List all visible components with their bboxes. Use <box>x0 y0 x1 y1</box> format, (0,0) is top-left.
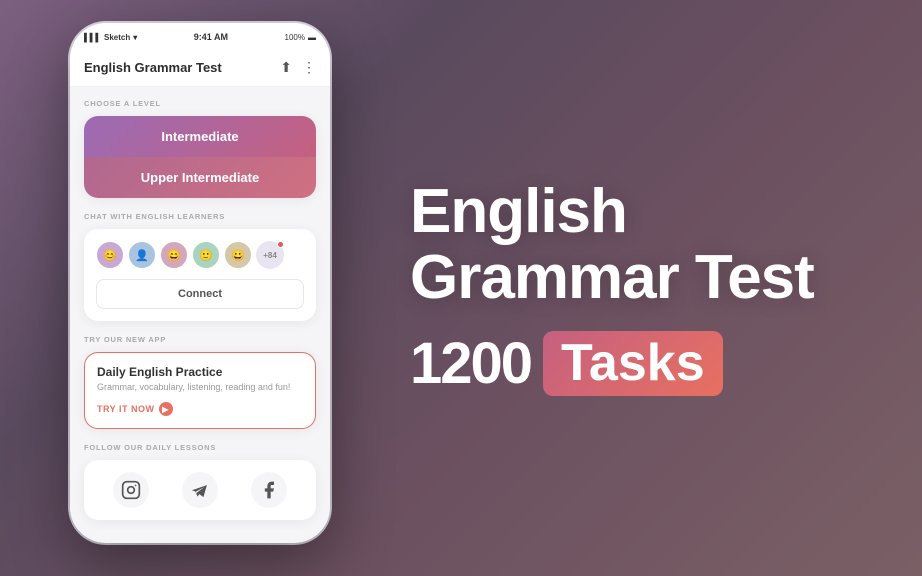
status-bar: ▌▌▌ Sketch ▾ 9:41 AM 100% ▬ <box>70 23 330 51</box>
level-section-label: CHOOSE A LEVEL <box>84 99 316 108</box>
try-btn-label: TRY IT NOW <box>97 404 155 414</box>
battery-label: 100% <box>285 33 305 42</box>
share-icon[interactable]: ⬆ <box>280 59 292 76</box>
app-title: English Grammar Test <box>84 60 222 75</box>
new-app-card: Daily English Practice Grammar, vocabula… <box>84 352 316 429</box>
avatars-row: 😊 👤 😄 🙂 😀 +84 <box>96 241 304 269</box>
social-section-label: FOLLOW OUR DAILY LESSONS <box>84 443 316 452</box>
menu-icon[interactable]: ⋮ <box>302 59 316 76</box>
phone-mockup: ▌▌▌ Sketch ▾ 9:41 AM 100% ▬ English Gram… <box>70 23 330 543</box>
try-it-now-button[interactable]: TRY IT NOW ▶ <box>97 402 173 416</box>
app-header: English Grammar Test ⬆ ⋮ <box>70 51 330 87</box>
tasks-badge: Tasks <box>543 331 723 396</box>
status-left: ▌▌▌ Sketch ▾ <box>84 33 137 42</box>
page-wrapper: ▌▌▌ Sketch ▾ 9:41 AM 100% ▬ English Gram… <box>0 0 922 576</box>
tasks-row: 1200 Tasks <box>410 330 882 397</box>
try-arrow-icon: ▶ <box>159 402 173 416</box>
new-app-label: TRY OUR NEW APP <box>84 335 316 344</box>
carrier-label: Sketch <box>104 33 130 42</box>
new-app-section: TRY OUR NEW APP Daily English Practice G… <box>84 335 316 429</box>
heading-line2: Grammar Test <box>410 245 882 310</box>
level-section: CHOOSE A LEVEL Intermediate Upper Interm… <box>84 99 316 198</box>
upper-intermediate-button[interactable]: Upper Intermediate <box>84 157 316 198</box>
new-app-description: Grammar, vocabulary, listening, reading … <box>97 382 303 392</box>
status-right: 100% ▬ <box>285 33 316 42</box>
intermediate-button[interactable]: Intermediate <box>84 116 316 157</box>
social-section: FOLLOW OUR DAILY LESSONS <box>84 443 316 520</box>
social-card <box>84 460 316 520</box>
avatar-count: +84 <box>256 241 284 269</box>
phone-container: ▌▌▌ Sketch ▾ 9:41 AM 100% ▬ English Gram… <box>30 23 370 563</box>
chat-card: 😊 👤 😄 🙂 😀 +84 Connect <box>84 229 316 321</box>
connect-button[interactable]: Connect <box>96 279 304 309</box>
instagram-icon[interactable] <box>113 472 149 508</box>
heading-line1: English <box>410 179 882 244</box>
telegram-icon[interactable] <box>182 472 218 508</box>
avatar-5: 😀 <box>224 241 252 269</box>
avatar-1: 😊 <box>96 241 124 269</box>
new-app-title: Daily English Practice <box>97 365 303 379</box>
header-icons: ⬆ ⋮ <box>280 59 316 76</box>
avatar-3: 😄 <box>160 241 188 269</box>
notification-dot <box>277 241 284 248</box>
wifi-icon: ▾ <box>133 33 137 42</box>
chat-section: CHAT WITH ENGLISH LEARNERS 😊 👤 😄 🙂 😀 +84 <box>84 212 316 321</box>
main-heading: English Grammar Test <box>410 179 882 309</box>
facebook-icon[interactable] <box>251 472 287 508</box>
level-card: Intermediate Upper Intermediate <box>84 116 316 198</box>
status-time: 9:41 AM <box>194 32 228 42</box>
right-content: English Grammar Test 1200 Tasks <box>370 149 922 426</box>
tasks-number: 1200 <box>410 330 531 397</box>
battery-icon: ▬ <box>308 33 316 42</box>
signal-bars: ▌▌▌ <box>84 33 101 42</box>
avatar-2: 👤 <box>128 241 156 269</box>
avatar-4: 🙂 <box>192 241 220 269</box>
phone-content: CHOOSE A LEVEL Intermediate Upper Interm… <box>70 87 330 529</box>
chat-section-label: CHAT WITH ENGLISH LEARNERS <box>84 212 316 221</box>
